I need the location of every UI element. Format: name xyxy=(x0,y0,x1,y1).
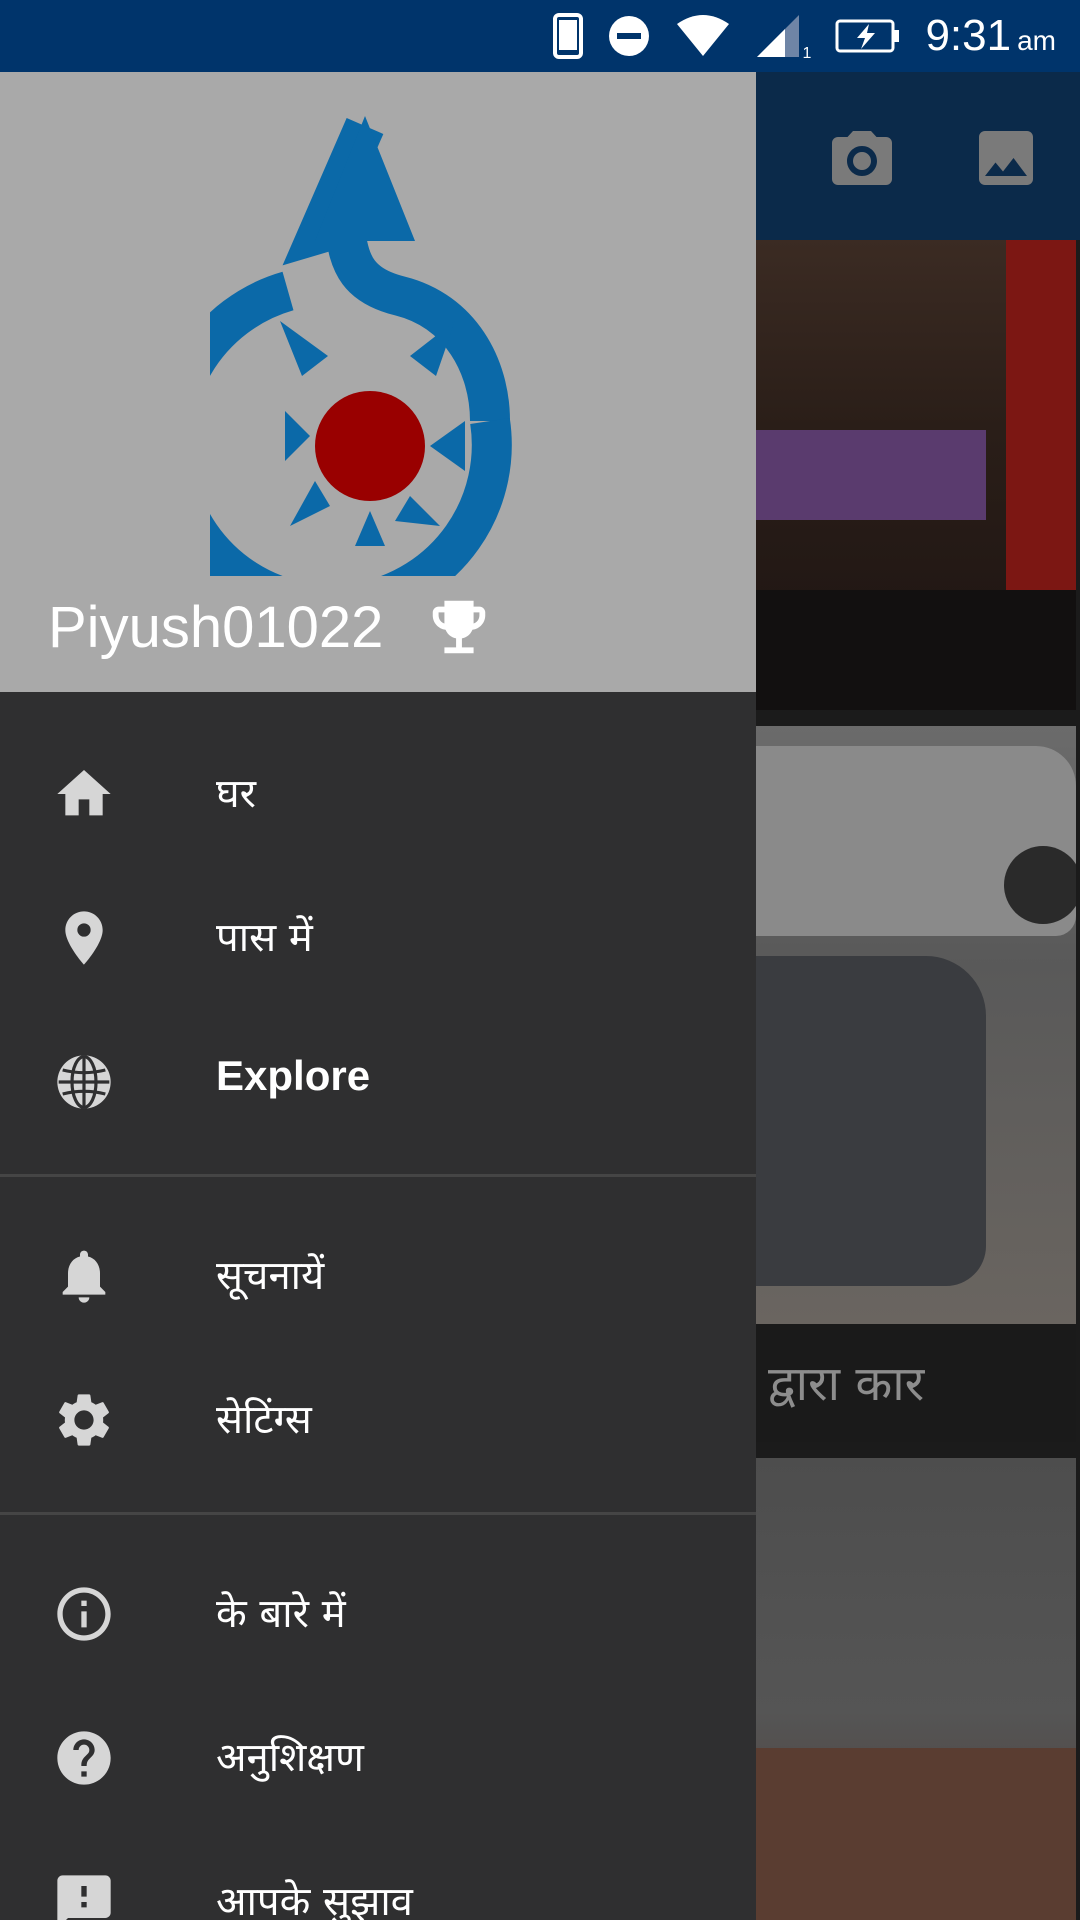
help-icon xyxy=(52,1726,116,1790)
signal-icon: 1 xyxy=(755,13,811,62)
clock-time: 9:31 xyxy=(925,11,1012,60)
phone-icon xyxy=(553,13,584,59)
do-not-disturb-icon xyxy=(609,16,650,56)
clock: 9:31 am xyxy=(925,11,1056,61)
drawer-item-label: के बारे में xyxy=(216,1591,346,1637)
drawer-item-label: आपके सुझाव xyxy=(216,1879,413,1920)
gallery-icon[interactable] xyxy=(970,122,1042,194)
drawer-item-label: पास में xyxy=(216,915,313,961)
drawer-item-label: सेटिंग्स xyxy=(216,1397,312,1443)
drawer-item-explore[interactable]: Explore xyxy=(0,1008,756,1152)
drawer-item-label: Explore xyxy=(216,1052,371,1099)
drawer-item-feedback[interactable]: आपके सुझाव xyxy=(0,1828,756,1920)
home-icon xyxy=(52,762,116,826)
drawer-item-tutorial[interactable]: अनुशिक्षण xyxy=(0,1684,756,1828)
battery-charging-icon xyxy=(835,19,900,53)
drawer-item-settings[interactable]: सेटिंग्स xyxy=(0,1346,756,1490)
camera-icon[interactable] xyxy=(826,122,898,194)
location-pin-icon xyxy=(52,906,116,970)
globe-icon xyxy=(52,1050,116,1114)
wifi-icon xyxy=(677,15,730,56)
status-bar: 1 9:31 am xyxy=(0,0,1080,72)
clock-ampm: am xyxy=(1017,25,1056,56)
caption-text: द्वारा कार xyxy=(768,1356,925,1412)
contribution-image[interactable] xyxy=(756,240,1076,710)
feedback-icon xyxy=(52,1870,116,1920)
trophy-icon[interactable] xyxy=(420,592,498,662)
drawer-item-label: सूचनायें xyxy=(216,1253,325,1299)
image-caption: द्वारा कार xyxy=(756,1324,1076,1442)
drawer-item-label: अनुशिक्षण xyxy=(216,1735,364,1781)
wikimedia-commons-logo xyxy=(210,116,512,576)
sim-label: 1 xyxy=(802,45,812,62)
drawer-header: Piyush01022 xyxy=(0,72,756,692)
drawer-item-label: घर xyxy=(216,771,256,817)
username: Piyush01022 xyxy=(48,595,384,660)
drawer-item-home[interactable]: घर xyxy=(0,720,756,864)
drawer-divider xyxy=(0,1174,756,1177)
drawer-item-nearby[interactable]: पास में xyxy=(0,864,756,1008)
drawer-item-notifications[interactable]: सूचनायें xyxy=(0,1202,756,1346)
drawer-item-about[interactable]: के बारे में xyxy=(0,1540,756,1684)
bell-icon xyxy=(52,1244,116,1308)
info-icon xyxy=(52,1582,116,1646)
contribution-image[interactable] xyxy=(756,1458,1076,1920)
navigation-drawer: Piyush01022 घर पास में Explore सूचनायें … xyxy=(0,72,756,1920)
gear-icon xyxy=(52,1388,116,1452)
drawer-divider xyxy=(0,1512,756,1515)
contribution-image[interactable] xyxy=(756,726,1076,1324)
